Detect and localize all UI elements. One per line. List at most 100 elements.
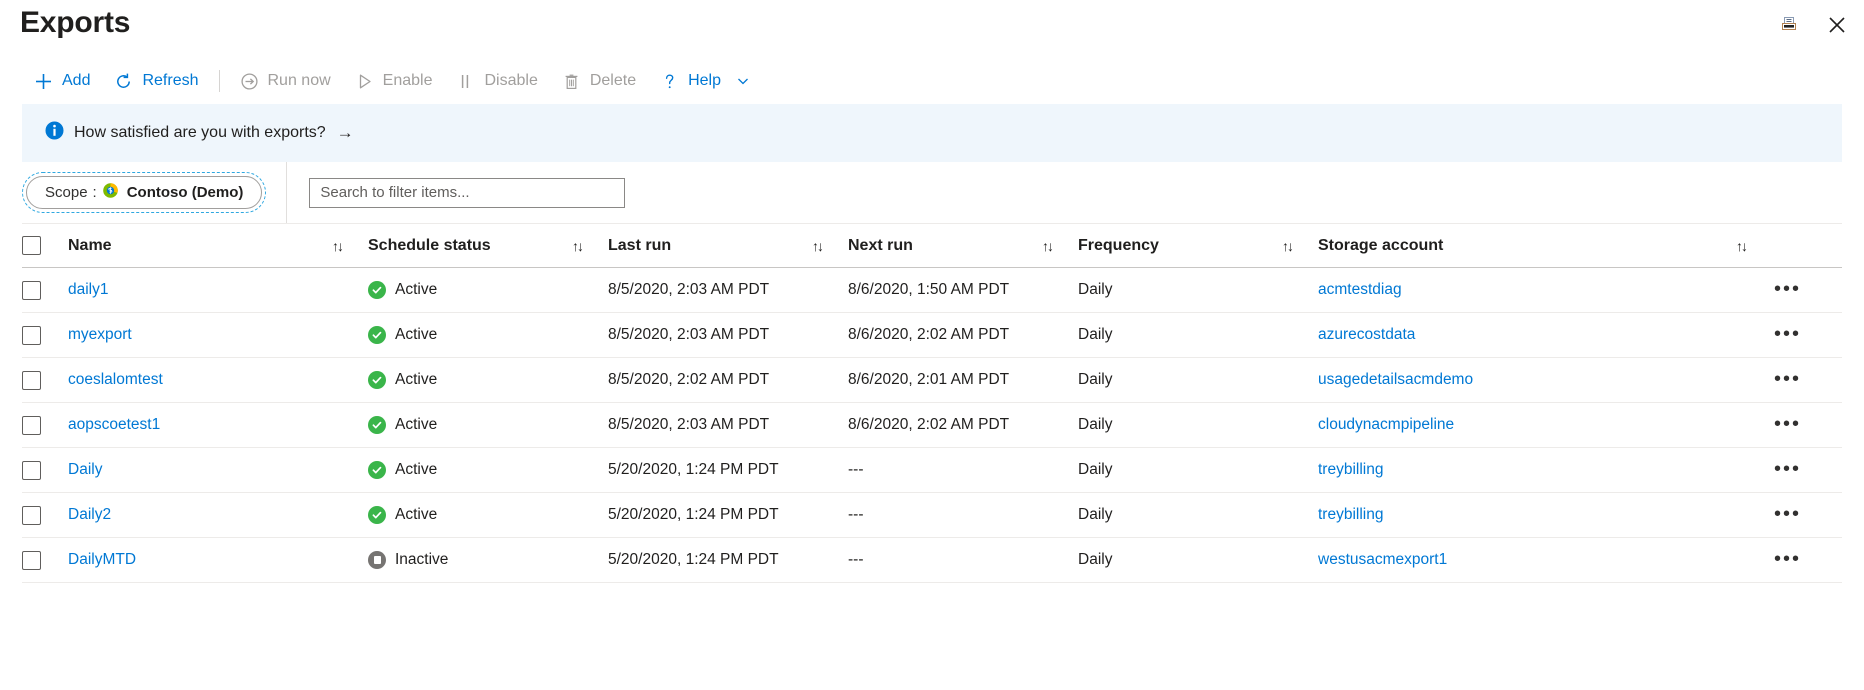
row-checkbox[interactable]	[22, 416, 41, 435]
column-header-storage-account[interactable]: Storage account ↑↓	[1318, 224, 1772, 268]
storage-account-link[interactable]: treybilling	[1318, 506, 1383, 523]
row-context-menu-button[interactable]: •••	[1772, 370, 1803, 388]
row-checkbox[interactable]	[22, 281, 41, 300]
export-name-link[interactable]: Daily	[68, 461, 102, 478]
table-row[interactable]: Daily2Active5/20/2020, 1:24 PM PDT---Dai…	[22, 493, 1842, 538]
storage-account-link[interactable]: usagedetailsacmdemo	[1318, 371, 1473, 388]
storage-account-link[interactable]: treybilling	[1318, 461, 1383, 478]
column-header-frequency[interactable]: Frequency ↑↓	[1078, 224, 1318, 268]
sort-icon[interactable]: ↑↓	[332, 238, 342, 254]
select-all-checkbox[interactable]	[22, 236, 41, 255]
status-inactive-icon	[368, 551, 386, 569]
row-checkbox[interactable]	[22, 371, 41, 390]
refresh-button[interactable]: Refresh	[102, 65, 210, 97]
sort-icon[interactable]: ↑↓	[572, 238, 582, 254]
cell-next-run: ---	[848, 538, 1078, 583]
cell-last-run: 8/5/2020, 2:03 AM PDT	[608, 403, 848, 448]
row-context-menu-button[interactable]: •••	[1772, 505, 1803, 523]
cell-storage-account: treybilling	[1318, 493, 1772, 538]
command-bar: Add Refresh Run now Enable	[0, 58, 1864, 104]
export-name-link[interactable]: coeslalomtest	[68, 371, 163, 388]
row-select-cell	[22, 358, 68, 403]
table-row[interactable]: myexportActive8/5/2020, 2:03 AM PDT8/6/2…	[22, 313, 1842, 358]
cell-frequency: Daily	[1078, 403, 1318, 448]
chevron-down-icon	[736, 74, 750, 88]
storage-account-link[interactable]: cloudynacmpipeline	[1318, 416, 1454, 433]
row-checkbox[interactable]	[22, 551, 41, 570]
cell-next-run: 8/6/2020, 1:50 AM PDT	[848, 268, 1078, 313]
exports-table: Name ↑↓ Schedule status ↑↓ Last run ↑↓	[22, 224, 1842, 583]
column-header-schedule-status[interactable]: Schedule status ↑↓	[368, 224, 608, 268]
column-header-actions	[1772, 224, 1842, 268]
row-context-menu-button[interactable]: •••	[1772, 280, 1803, 298]
cell-frequency: Daily	[1078, 448, 1318, 493]
enable-button[interactable]: Enable	[343, 65, 445, 97]
disable-button[interactable]: Disable	[444, 65, 549, 97]
row-checkbox[interactable]	[22, 506, 41, 525]
sort-icon[interactable]: ↑↓	[1736, 238, 1746, 254]
storage-account-link[interactable]: azurecostdata	[1318, 326, 1415, 343]
add-button[interactable]: Add	[22, 65, 102, 97]
search-input[interactable]	[309, 178, 625, 208]
table-row[interactable]: DailyActive5/20/2020, 1:24 PM PDT---Dail…	[22, 448, 1842, 493]
column-header-next-run[interactable]: Next run ↑↓	[848, 224, 1078, 268]
play-icon	[355, 72, 374, 91]
cell-next-run: ---	[848, 493, 1078, 538]
exports-table-container: Name ↑↓ Schedule status ↑↓ Last run ↑↓	[0, 224, 1864, 583]
cell-frequency: Daily	[1078, 538, 1318, 583]
close-icon[interactable]	[1824, 12, 1850, 38]
sort-icon[interactable]: ↑↓	[1042, 238, 1052, 254]
column-header-name[interactable]: Name ↑↓	[68, 224, 368, 268]
cell-name: DailyMTD	[68, 538, 368, 583]
cell-row-actions: •••	[1772, 268, 1842, 313]
run-now-button[interactable]: Run now	[228, 65, 343, 97]
survey-banner-link[interactable]: How satisfied are you with exports? →	[44, 120, 354, 146]
row-checkbox[interactable]	[22, 326, 41, 345]
page-title: Exports	[20, 6, 130, 40]
printer-icon[interactable]	[1776, 12, 1802, 38]
storage-account-link[interactable]: westusacmexport1	[1318, 551, 1447, 568]
status-badge: Active	[395, 416, 437, 434]
row-context-menu-button[interactable]: •••	[1772, 460, 1803, 478]
cell-name: aopscoetest1	[68, 403, 368, 448]
cell-next-run: 8/6/2020, 2:01 AM PDT	[848, 358, 1078, 403]
subscription-icon	[102, 182, 119, 203]
row-checkbox[interactable]	[22, 461, 41, 480]
toolbar-divider-1	[219, 70, 220, 92]
export-name-link[interactable]: Daily2	[68, 506, 111, 523]
survey-banner: How satisfied are you with exports? →	[22, 104, 1842, 162]
status-badge: Active	[395, 371, 437, 389]
refresh-icon	[114, 72, 133, 91]
disable-button-label: Disable	[484, 73, 537, 89]
row-context-menu-button[interactable]: •••	[1772, 325, 1803, 343]
cell-last-run: 5/20/2020, 1:24 PM PDT	[608, 493, 848, 538]
status-badge: Inactive	[395, 551, 448, 569]
table-row[interactable]: coeslalomtestActive8/5/2020, 2:02 AM PDT…	[22, 358, 1842, 403]
cell-frequency: Daily	[1078, 313, 1318, 358]
row-context-menu-button[interactable]: •••	[1772, 550, 1803, 568]
column-header-last-run[interactable]: Last run ↑↓	[608, 224, 848, 268]
sort-icon[interactable]: ↑↓	[812, 238, 822, 254]
export-name-link[interactable]: DailyMTD	[68, 551, 136, 568]
export-name-link[interactable]: daily1	[68, 281, 109, 298]
cell-last-run: 5/20/2020, 1:24 PM PDT	[608, 538, 848, 583]
export-name-link[interactable]: myexport	[68, 326, 132, 343]
cell-storage-account: westusacmexport1	[1318, 538, 1772, 583]
delete-button[interactable]: Delete	[550, 65, 648, 97]
storage-account-link[interactable]: acmtestdiag	[1318, 281, 1402, 298]
cell-name: Daily	[68, 448, 368, 493]
scope-picker[interactable]: Scope : Contoso (Demo)	[26, 176, 262, 209]
row-context-menu-button[interactable]: •••	[1772, 415, 1803, 433]
table-row[interactable]: daily1Active8/5/2020, 2:03 AM PDT8/6/202…	[22, 268, 1842, 313]
help-button[interactable]: Help	[648, 65, 762, 97]
blade-titlebar: Exports	[0, 0, 1864, 58]
sort-icon[interactable]: ↑↓	[1282, 238, 1292, 254]
table-row[interactable]: DailyMTD Inactive 5/20/2020, 1:24 PM PDT--…	[22, 538, 1842, 583]
table-row[interactable]: aopscoetest1Active8/5/2020, 2:03 AM PDT8…	[22, 403, 1842, 448]
cell-schedule-status: Active	[368, 268, 608, 313]
cell-row-actions: •••	[1772, 358, 1842, 403]
cell-row-actions: •••	[1772, 448, 1842, 493]
export-name-link[interactable]: aopscoetest1	[68, 416, 160, 433]
cell-name: Daily2	[68, 493, 368, 538]
plus-icon	[34, 72, 53, 91]
